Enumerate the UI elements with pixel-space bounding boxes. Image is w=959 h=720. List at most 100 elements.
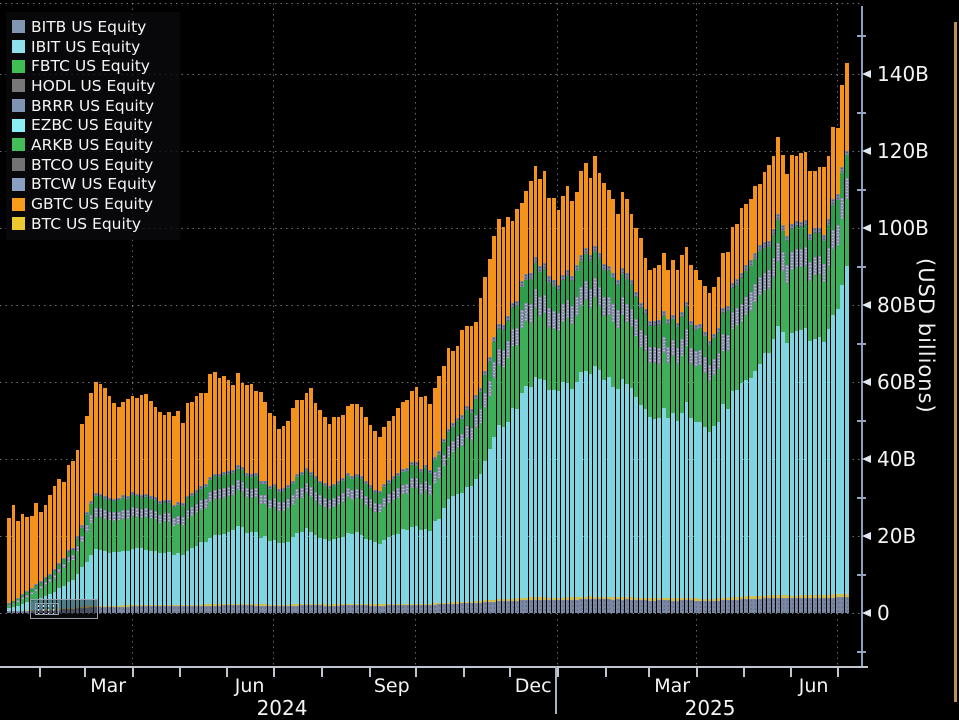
stacked-bar[interactable] (611, 199, 615, 613)
stacked-bar[interactable] (263, 402, 267, 613)
stacked-bar[interactable] (676, 270, 680, 613)
stacked-bar[interactable] (181, 423, 185, 613)
stacked-bar[interactable] (740, 208, 744, 613)
stacked-bar[interactable] (34, 503, 38, 613)
stacked-bar[interactable] (250, 384, 254, 613)
stacked-bar[interactable] (53, 486, 57, 613)
stacked-bar[interactable] (286, 421, 290, 613)
stacked-bar[interactable] (277, 429, 281, 613)
legend-item-fbtc[interactable]: FBTC US Equity (12, 56, 174, 76)
stacked-bar[interactable] (405, 400, 409, 613)
legend-item-btco[interactable]: BTCO US Equity (12, 155, 174, 175)
stacked-bar[interactable] (318, 410, 322, 613)
stacked-bar[interactable] (44, 505, 48, 613)
stacked-bar[interactable] (190, 402, 194, 613)
stacked-bar[interactable] (204, 393, 208, 613)
stacked-bar[interactable] (373, 431, 377, 613)
stacked-bar[interactable] (328, 424, 332, 613)
stacked-bar[interactable] (140, 395, 144, 613)
stacked-bar[interactable] (282, 426, 286, 613)
stacked-bar[interactable] (241, 383, 245, 613)
stacked-bar[interactable] (195, 396, 199, 613)
stacked-bar[interactable] (703, 286, 707, 613)
stacked-bar[interactable] (451, 351, 455, 613)
stacked-bar[interactable] (62, 482, 66, 613)
stacked-bar[interactable] (488, 259, 492, 613)
stacked-bar[interactable] (382, 427, 386, 613)
stacked-bar[interactable] (131, 396, 135, 613)
stacked-bar[interactable] (378, 437, 382, 613)
stacked-bar[interactable] (245, 385, 249, 613)
stacked-bar[interactable] (71, 461, 75, 613)
stacked-bar[interactable] (666, 270, 670, 613)
stacked-bar[interactable] (616, 214, 620, 613)
stacked-bar[interactable] (21, 514, 25, 613)
stacked-bar[interactable] (818, 167, 822, 613)
legend-item-gbtc[interactable]: GBTC US Equity (12, 194, 174, 214)
stacked-bar[interactable] (717, 277, 721, 613)
stacked-bar[interactable] (89, 393, 93, 613)
stacked-bar[interactable] (735, 224, 739, 613)
stacked-bar[interactable] (332, 417, 336, 613)
stacked-bar[interactable] (497, 219, 501, 613)
stacked-bar[interactable] (721, 253, 725, 613)
stacked-bar[interactable] (199, 393, 203, 613)
stacked-bar[interactable] (295, 400, 299, 613)
stacked-bar[interactable] (437, 376, 441, 613)
stacked-bar[interactable] (781, 155, 785, 613)
stacked-bar[interactable] (589, 178, 593, 613)
stacked-bar[interactable] (680, 255, 684, 613)
stacked-bar[interactable] (511, 221, 515, 613)
stacked-bar[interactable] (401, 402, 405, 613)
stacked-bar[interactable] (566, 186, 570, 613)
stacked-bar[interactable] (176, 411, 180, 613)
stacked-bar[interactable] (483, 277, 487, 613)
stacked-bar[interactable] (48, 495, 52, 613)
legend-item-bitb[interactable]: BITB US Equity (12, 17, 174, 37)
stacked-bar[interactable] (149, 401, 153, 613)
stacked-bar[interactable] (570, 201, 574, 613)
stacked-bar[interactable] (94, 382, 98, 613)
stacked-bar[interactable] (410, 391, 414, 613)
stacked-bar[interactable] (813, 171, 817, 613)
stacked-bar[interactable] (103, 388, 107, 613)
legend-item-ezbc[interactable]: EZBC US Equity (12, 115, 174, 135)
stacked-bar[interactable] (827, 156, 831, 613)
stacked-bar[interactable] (767, 165, 771, 613)
stacked-bar[interactable] (790, 155, 794, 613)
stacked-bar[interactable] (506, 217, 510, 613)
stacked-bar[interactable] (108, 396, 112, 613)
stacked-bar[interactable] (639, 238, 643, 613)
stacked-bar[interactable] (749, 199, 753, 613)
stacked-bar[interactable] (158, 412, 162, 613)
stacked-bar[interactable] (822, 167, 826, 613)
stacked-bar[interactable] (341, 415, 345, 613)
stacked-bar[interactable] (831, 127, 835, 613)
stacked-bar[interactable] (16, 521, 20, 613)
stacked-bar[interactable] (845, 63, 849, 613)
stacked-bar[interactable] (648, 270, 652, 613)
stacked-bar[interactable] (543, 171, 547, 613)
stacked-bar[interactable] (671, 260, 675, 613)
legend-item-arkb[interactable]: ARKB US Equity (12, 135, 174, 155)
stacked-bar[interactable] (712, 287, 716, 613)
stacked-bar[interactable] (39, 512, 43, 613)
stacked-bar[interactable] (172, 416, 176, 613)
legend-item-btc[interactable]: BTC US Equity (12, 214, 174, 234)
stacked-bar[interactable] (163, 415, 167, 613)
stacked-bar[interactable] (474, 322, 478, 613)
stacked-bar[interactable] (433, 388, 437, 613)
stacked-bar[interactable] (355, 404, 359, 613)
stacked-bar[interactable] (575, 192, 579, 613)
stacked-bar[interactable] (731, 227, 735, 613)
stacked-bar[interactable] (836, 128, 840, 613)
stacked-bar[interactable] (799, 153, 803, 613)
stacked-bar[interactable] (795, 156, 799, 614)
stacked-bar[interactable] (607, 190, 611, 613)
stacked-bar[interactable] (634, 228, 638, 613)
chart-tool-box-icon[interactable] (35, 603, 59, 615)
stacked-bar[interactable] (593, 156, 597, 613)
stacked-bar[interactable] (598, 173, 602, 613)
stacked-bar[interactable] (726, 252, 730, 613)
stacked-bar[interactable] (112, 403, 116, 613)
